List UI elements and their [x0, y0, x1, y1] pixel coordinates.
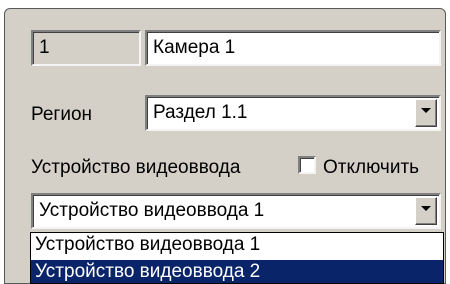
video-input-label: Устройство видеоввода: [31, 157, 241, 178]
video-input-selected-value: Устройство видеоввода 1: [39, 200, 265, 221]
region-select[interactable]: Раздел 1.1: [145, 95, 441, 131]
video-input-select[interactable]: Устройство видеоввода 1: [31, 193, 441, 229]
video-input-dropdown-list[interactable]: Устройство видеоввода 1 Устройство видео…: [30, 232, 444, 284]
disable-checkbox[interactable]: [298, 156, 316, 174]
region-dropdown-button[interactable]: [415, 99, 437, 127]
chevron-down-icon: [421, 108, 431, 113]
camera-name-value: Камера 1: [153, 37, 236, 58]
dropdown-option-highlighted[interactable]: Устройство видеоввода 2: [31, 260, 443, 283]
region-selected-value: Раздел 1.1: [153, 102, 248, 123]
camera-id-field[interactable]: 1: [31, 30, 141, 66]
video-input-dropdown-button[interactable]: [415, 197, 437, 225]
camera-name-field[interactable]: Камера 1: [145, 30, 441, 66]
disable-label[interactable]: Отключить: [323, 157, 419, 179]
dropdown-option[interactable]: Устройство видеоввода 1: [31, 233, 443, 257]
chevron-down-icon: [421, 206, 431, 211]
region-label: Регион: [31, 104, 93, 125]
camera-id-value: 1: [39, 37, 50, 58]
